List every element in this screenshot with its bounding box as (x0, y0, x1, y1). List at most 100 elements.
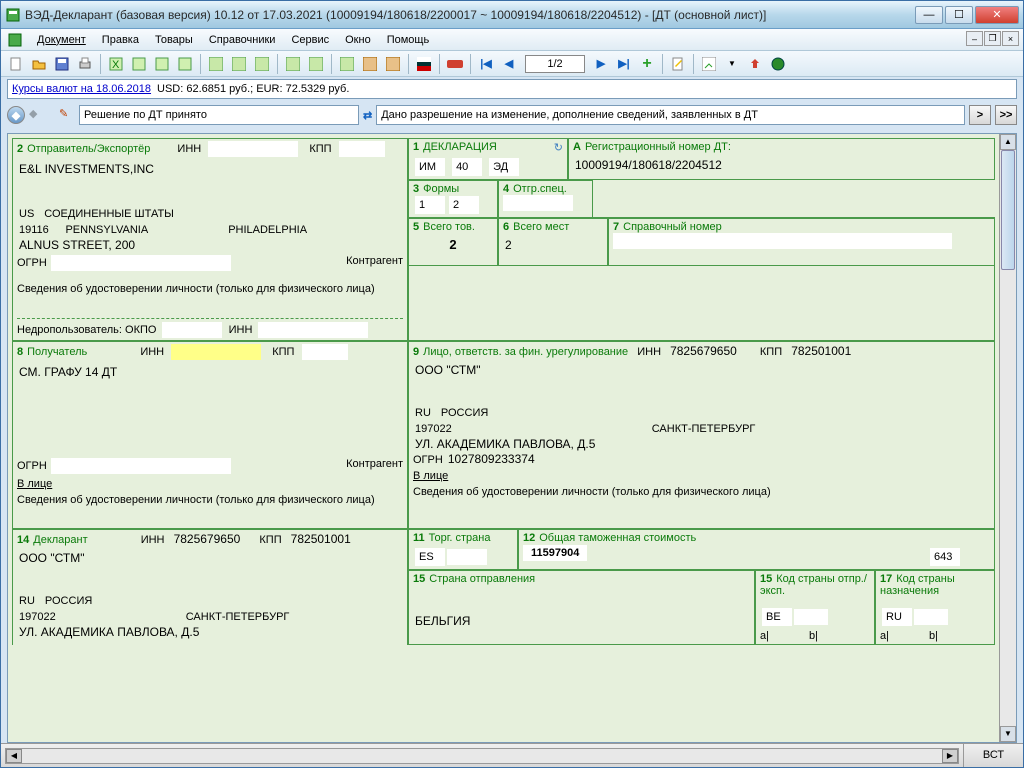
box2-ninn-input[interactable] (258, 322, 368, 338)
tool-g5-icon[interactable] (305, 53, 327, 74)
tool-g7-icon[interactable] (359, 53, 381, 74)
menubar: Документ Правка Товары Справочники Серви… (1, 29, 1023, 51)
box8-kpp-input[interactable] (302, 344, 348, 360)
tool-flag-icon[interactable] (413, 53, 435, 74)
xchg-icon[interactable]: ⇄ (363, 109, 372, 122)
mdi-restore[interactable]: ❐ (984, 31, 1001, 46)
box-17k: 17Код страны назначения RU a|b| (875, 570, 995, 645)
tool-dropdown-icon[interactable]: ▼ (721, 53, 743, 74)
status-right[interactable]: Дано разрешение на изменение, дополнение… (376, 105, 965, 125)
box2-okpo-input[interactable] (162, 322, 222, 338)
rates-bar: Курсы валют на 18.06.2018 USD: 62.6851 р… (7, 79, 1017, 99)
box1-c2[interactable]: 40 (452, 158, 482, 176)
statusbar: ◀ ▶ ВСТ (1, 743, 1023, 767)
menu-refs[interactable]: Справочники (201, 32, 284, 48)
tool-g2-icon[interactable] (228, 53, 250, 74)
box2-kpp-input[interactable] (339, 141, 385, 157)
box17k-input[interactable] (914, 609, 948, 625)
mode-indicator: ВСТ (963, 744, 1023, 767)
back-icon[interactable]: ◆ (7, 106, 25, 124)
box15k-input[interactable] (794, 609, 828, 625)
box2-ogrn-input[interactable] (51, 255, 231, 271)
page-indicator[interactable]: 1/2 (525, 55, 585, 73)
scroll-left-icon[interactable]: ◀ (6, 749, 22, 763)
tool-globe-icon[interactable] (767, 53, 789, 74)
tool-g4-icon[interactable] (282, 53, 304, 74)
tool-new-icon[interactable] (5, 53, 27, 74)
status-last-button[interactable]: >> (995, 105, 1017, 125)
refresh-icon[interactable]: ↻ (554, 141, 563, 154)
window-controls: — ☐ ✕ (915, 6, 1019, 24)
rates-text: USD: 62.6851 руб.; EUR: 72.5329 руб. (157, 83, 349, 95)
box-15k: 15Код страны отпр./эксп. BE a|b| (755, 570, 875, 645)
scroll-thumb[interactable] (1001, 150, 1015, 270)
titlebar: ВЭД-Декларант (базовая версия) 10.12 от … (1, 1, 1023, 29)
tool-g6-icon[interactable] (336, 53, 358, 74)
box-5: 5Всего тов. 2 (408, 218, 498, 266)
mdi-minimize[interactable]: – (966, 31, 983, 46)
tool-g1-icon[interactable] (205, 53, 227, 74)
window-title: ВЭД-Декларант (базовая версия) 10.12 от … (25, 8, 915, 22)
tool-open-icon[interactable] (28, 53, 50, 74)
menu-window[interactable]: Окно (337, 32, 379, 48)
workarea: 2Отправитель/Экспортёр ИНН КПП E&L INVES… (7, 133, 1017, 743)
tool-edit-icon[interactable] (667, 53, 689, 74)
menu-edit[interactable]: Правка (94, 32, 147, 48)
tool-xls1-icon[interactable]: X (105, 53, 127, 74)
tool-xls4-icon[interactable] (174, 53, 196, 74)
menu-service[interactable]: Сервис (283, 32, 337, 48)
h-scrollbar[interactable]: ◀ ▶ (5, 748, 959, 764)
box4-input[interactable] (503, 195, 573, 211)
pencil-icon[interactable]: ✎ (59, 107, 75, 123)
nav-prev-icon[interactable]: ◀ (498, 53, 520, 74)
maximize-button[interactable]: ☐ (945, 6, 973, 24)
v-scrollbar[interactable]: ▲ ▼ (999, 134, 1016, 742)
box-15: 15Страна отправления БЕЛЬГИЯ (408, 570, 755, 645)
scroll-up-icon[interactable]: ▲ (1000, 134, 1016, 150)
menu-help[interactable]: Помощь (379, 32, 438, 48)
status-next-button[interactable]: > (969, 105, 991, 125)
box-6: 6Всего мест 2 (498, 218, 608, 266)
rates-link[interactable]: Курсы валют на 18.06.2018 (12, 83, 151, 95)
tool-g3-icon[interactable] (251, 53, 273, 74)
box2-inn-input[interactable] (208, 141, 298, 157)
tool-print-icon[interactable] (74, 53, 96, 74)
toolbar: X |◀ ◀ 1/2 ▶ ▶| + ▼ (1, 51, 1023, 77)
box-7: 7Справочный номер (608, 218, 995, 266)
menu-document[interactable]: Документ (29, 32, 94, 48)
status-left[interactable]: Решение по ДТ принято (79, 105, 359, 125)
scroll-right-icon[interactable]: ▶ (942, 749, 958, 763)
box7-input[interactable] (613, 233, 952, 249)
close-button[interactable]: ✕ (975, 6, 1019, 24)
box1-c1[interactable]: ИМ (415, 158, 445, 176)
box-14: 14Декларант ИНН 7825679650 КПП 782501001… (12, 529, 408, 645)
tool-xls2-icon[interactable] (128, 53, 150, 74)
nav-first-icon[interactable]: |◀ (475, 53, 497, 74)
box2-company[interactable]: E&L INVESTMENTS,INC (17, 161, 403, 177)
scroll-down-icon[interactable]: ▼ (1000, 726, 1016, 742)
nav-add-icon[interactable]: + (636, 53, 658, 74)
nav-last-icon[interactable]: ▶| (613, 53, 635, 74)
menu-goods[interactable]: Товары (147, 32, 201, 48)
tool-upload-icon[interactable] (744, 53, 766, 74)
tool-save-icon[interactable] (51, 53, 73, 74)
tool-delete-icon[interactable] (444, 53, 466, 74)
minimize-button[interactable]: — (915, 6, 943, 24)
box-4: 4Отгр.спец. (498, 180, 593, 218)
box8-ogrn-input[interactable] (51, 458, 231, 474)
svg-text:X: X (112, 59, 120, 71)
app-window: ВЭД-Декларант (базовая версия) 10.12 от … (0, 0, 1024, 768)
box1-c3[interactable]: ЭД (489, 158, 519, 176)
mdi-close[interactable]: × (1002, 31, 1019, 46)
box-2: 2Отправитель/Экспортёр ИНН КПП E&L INVES… (12, 138, 408, 341)
tool-g8-icon[interactable] (382, 53, 404, 74)
box11-input[interactable] (447, 549, 487, 565)
boxA-number[interactable]: 10009194/180618/2204512 (573, 157, 990, 173)
tool-xls3-icon[interactable] (151, 53, 173, 74)
form-canvas: 2Отправитель/Экспортёр ИНН КПП E&L INVES… (8, 134, 999, 742)
box-9: 9Лицо, ответств. за фин. урегулирование … (408, 341, 995, 529)
tool-doc1-icon[interactable] (698, 53, 720, 74)
nav-next-icon[interactable]: ▶ (590, 53, 612, 74)
menu-app-icon (7, 32, 23, 48)
box8-inn-input[interactable] (171, 344, 261, 360)
